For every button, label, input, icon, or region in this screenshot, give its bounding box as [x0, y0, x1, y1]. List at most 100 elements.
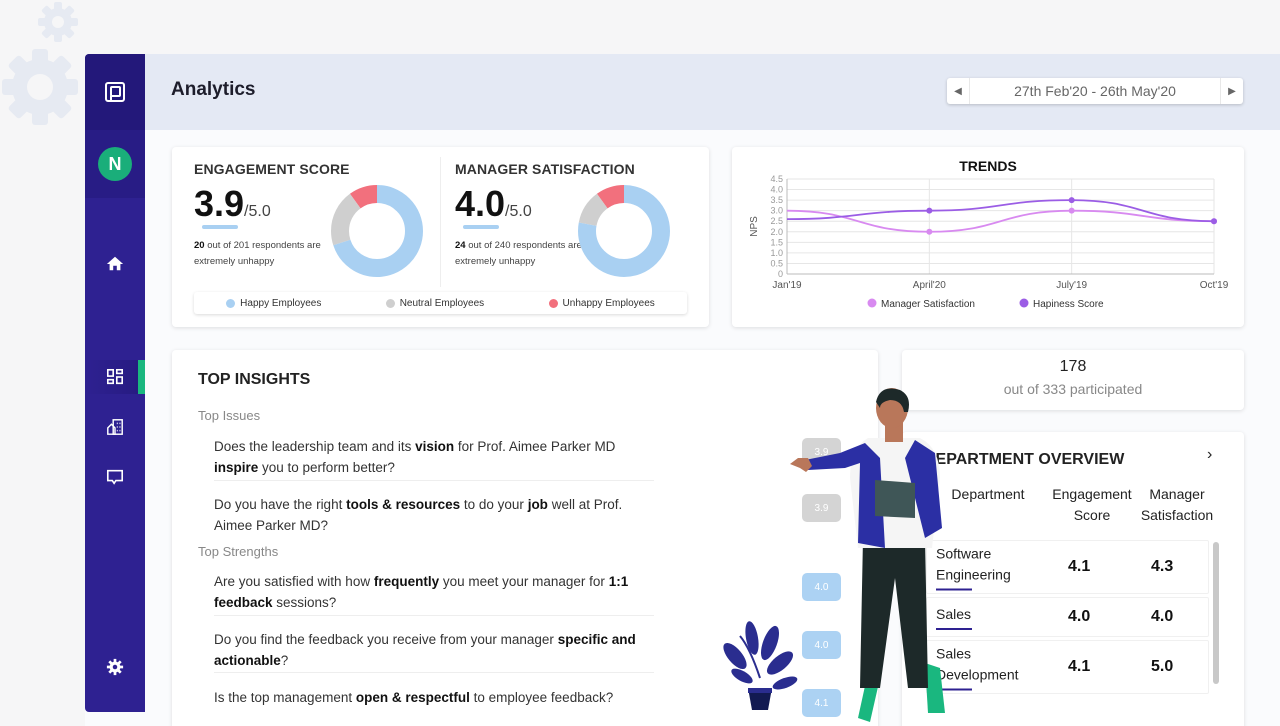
legend-label: Unhappy Employees: [562, 297, 655, 309]
insight-question[interactable]: Is the top management open & respectful …: [214, 687, 654, 708]
question-text: to do your: [460, 497, 528, 512]
participation-card: 178 out of 333 participated: [902, 350, 1244, 410]
table-row[interactable]: Sales 4.0 4.0: [926, 597, 1209, 637]
department-name[interactable]: Sales: [936, 604, 1036, 630]
caret-right-icon: ▶: [1228, 85, 1236, 97]
engagement-note: 20 out of 201 respondents are extremely …: [194, 238, 334, 270]
legend-dot: [548, 298, 558, 308]
sidebar: N: [85, 54, 145, 712]
user-section: N: [85, 130, 145, 198]
caret-left-icon: ◀: [954, 85, 962, 97]
y-tick-label: 0: [778, 269, 783, 279]
score-legend: Happy Employees Neutral Employees Unhapp…: [194, 292, 687, 314]
page-title: Analytics: [171, 79, 256, 100]
score-card: ENGAGEMENT SCORE 3.9/5.0 20 out of 201 r…: [172, 147, 709, 327]
manager-donut-chart: [578, 185, 670, 277]
presenter-illustration: [723, 388, 945, 722]
logo-icon: [105, 82, 125, 102]
legend-label: Happy Employees: [240, 297, 322, 309]
table-row[interactable]: Sales Development 4.1 5.0: [926, 640, 1209, 694]
manager-satisfaction: 4.3: [1151, 558, 1174, 575]
data-point[interactable]: [1068, 207, 1075, 214]
date-range-label: 27th Feb'20 - 26th May'20: [1014, 83, 1176, 99]
engagement-score-block: ENGAGEMENT SCORE 3.9/5.0 20 out of 201 r…: [194, 147, 439, 297]
engagement-donut-chart: [331, 185, 423, 277]
department-name[interactable]: Software Engineering: [936, 544, 1036, 591]
insight-question[interactable]: Do you find the feedback you receive fro…: [214, 629, 654, 671]
avatar[interactable]: N: [98, 147, 132, 181]
chevron-right-icon[interactable]: ›: [1207, 446, 1212, 464]
dashboard-icon: [106, 368, 124, 385]
sidebar-item-dashboard[interactable]: [85, 360, 145, 394]
insight-question[interactable]: Are you satisfied with how frequently yo…: [214, 571, 654, 613]
question-text: Does the leadership team and its: [214, 439, 416, 454]
participation-count: 178: [1059, 358, 1087, 375]
sidebar-item-buildings[interactable]: [85, 410, 145, 444]
manager-satisfaction-block: MANAGER SATISFACTION 4.0/5.0 24 out of 2…: [455, 147, 700, 297]
department-name[interactable]: Sales Development: [936, 644, 1036, 691]
engagement-score: 4.0: [1068, 608, 1091, 625]
message-icon: [106, 469, 124, 485]
score-max: /5.0: [505, 203, 532, 220]
manager-satisfaction-value: 4.0/5.0: [455, 183, 532, 225]
question-text: Is the top management: [214, 690, 356, 705]
home-icon: [106, 256, 124, 271]
scrollbar[interactable]: [1213, 542, 1219, 684]
legend-neutral: Neutral Employees: [385, 298, 484, 309]
question-text: you to perform better?: [258, 460, 395, 475]
highlight-text: inspire: [214, 460, 259, 475]
top-issues-label: Top Issues: [198, 408, 261, 423]
sidebar-item-home[interactable]: [85, 247, 145, 281]
decorative-gear-icon: [2, 49, 78, 125]
question-text: Do you have the right: [214, 497, 347, 512]
legend-unhappy: Unhappy Employees: [548, 297, 655, 309]
insight-question[interactable]: Does the leadership team and its vision …: [214, 436, 654, 478]
sidebar-item-feedback[interactable]: [85, 460, 145, 494]
legend-label: Manager Satisfaction: [881, 299, 975, 310]
y-tick-label: 3.0: [770, 206, 783, 216]
y-tick-label: 2.5: [770, 216, 783, 226]
unhappy-count: 20: [194, 240, 205, 251]
y-tick-label: 0.5: [770, 258, 783, 268]
y-tick-label: 4.5: [770, 174, 783, 184]
date-range-picker[interactable]: ◀ 27th Feb'20 - 26th May'20 ▶: [947, 78, 1243, 104]
data-point[interactable]: [926, 207, 933, 214]
question-text: for Prof. Aimee Parker MD: [454, 439, 616, 454]
data-point[interactable]: [1211, 218, 1217, 225]
question-text: ?: [280, 653, 289, 668]
y-tick-label: 3.5: [770, 195, 783, 205]
note-text: out of 201 respondents are extremely unh…: [194, 240, 321, 267]
data-point[interactable]: [1068, 197, 1075, 204]
table-row[interactable]: Software Engineering 4.1 4.3: [926, 540, 1209, 594]
trends-chart: 00.51.01.52.02.53.03.54.04.5 Jan'19 April'…: [749, 174, 1229, 310]
building-icon: [107, 419, 123, 435]
app-window: N Analytics ◀ 27th Feb'20 - 26th May'20 …: [85, 54, 1280, 726]
y-tick-label: 4.0: [770, 185, 783, 195]
x-tick-label: Oct'19: [1200, 280, 1229, 291]
legend-marker: [1019, 298, 1029, 308]
top-strengths-label: Top Strengths: [198, 544, 279, 559]
plant-illustration: [723, 621, 798, 710]
x-tick-label: Jan'19: [772, 280, 802, 291]
highlight-text: frequently: [373, 574, 440, 589]
sidebar-item-settings[interactable]: [85, 650, 145, 684]
question-text: to employee feedback?: [469, 690, 614, 705]
highlight-text: job: [527, 497, 548, 512]
previous-range-button[interactable]: ◀: [947, 78, 970, 104]
y-tick-label: 2.0: [770, 227, 783, 237]
note-text: out of 240 respondents are extremely unh…: [455, 240, 582, 267]
y-axis-label: NPS: [749, 216, 760, 237]
insight-question[interactable]: Do you have the right tools & resources …: [214, 494, 654, 536]
data-point[interactable]: [926, 228, 933, 235]
divider: [214, 480, 654, 481]
insights-title: TOP INSIGHTS: [198, 371, 311, 388]
legend-marker: [867, 298, 877, 308]
x-tick-label: July'19: [1056, 280, 1087, 291]
logo[interactable]: [85, 54, 145, 130]
next-range-button[interactable]: ▶: [1220, 78, 1243, 104]
divider: [214, 672, 654, 673]
department-overview-title: DEPARTMENT OVERVIEW: [924, 451, 1125, 468]
legend-dot: [226, 298, 236, 308]
column-header-engagement: Engagement Score: [1052, 486, 1132, 523]
engagement-score: 4.1: [1068, 658, 1091, 675]
